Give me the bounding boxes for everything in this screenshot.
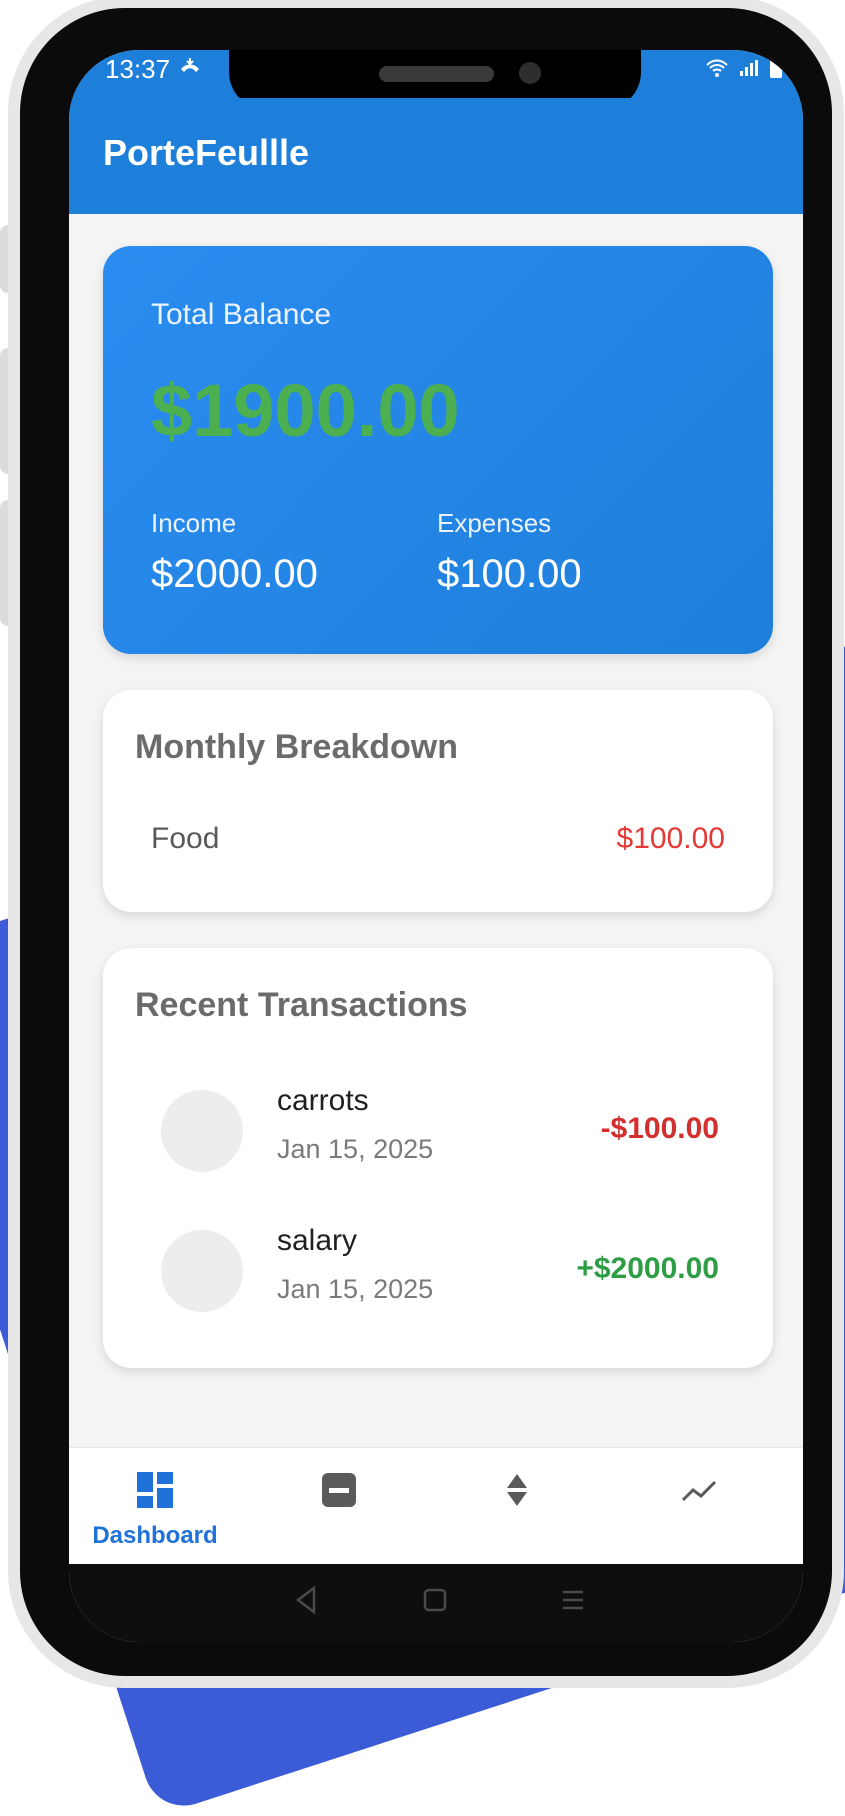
nav-dashboard-label: Dashboard bbox=[92, 1522, 218, 1549]
back-icon[interactable] bbox=[289, 1582, 325, 1618]
total-balance-value: $1900.00 bbox=[151, 369, 460, 452]
wifi-icon bbox=[705, 58, 729, 83]
trend-chart-icon bbox=[679, 1470, 719, 1510]
minus-box-icon bbox=[319, 1470, 359, 1510]
income-value: $2000.00 bbox=[151, 552, 318, 596]
breakdown-category: Food bbox=[151, 822, 220, 855]
transaction-amount: -$100.00 bbox=[600, 1112, 719, 1145]
menu-icon[interactable] bbox=[555, 1582, 591, 1618]
phone-frame: 13:37 PorteFeullle Total Balance $1900.0… bbox=[0, 0, 845, 1679]
breakdown-row-food[interactable]: Food $100.00 bbox=[151, 822, 725, 856]
transaction-row[interactable]: salary Jan 15, 2025 +$2000.00 bbox=[161, 1222, 719, 1322]
front-camera bbox=[519, 62, 541, 84]
dashboard-icon bbox=[135, 1470, 175, 1510]
phone-side-button bbox=[0, 225, 18, 293]
speaker-grill bbox=[379, 66, 494, 82]
system-navigation bbox=[69, 1564, 803, 1642]
expenses-label: Expenses bbox=[437, 508, 552, 538]
breakdown-amount: $100.00 bbox=[616, 822, 725, 855]
income-label: Income bbox=[151, 508, 237, 538]
transaction-row[interactable]: carrots Jan 15, 2025 -$100.00 bbox=[161, 1082, 719, 1182]
call-icon bbox=[178, 54, 202, 85]
status-bar: 13:37 bbox=[69, 50, 803, 110]
transaction-date: Jan 15, 2025 bbox=[277, 1134, 434, 1164]
transaction-avatar bbox=[161, 1230, 243, 1312]
transaction-amount: +$2000.00 bbox=[576, 1252, 719, 1285]
nav-stats[interactable] bbox=[629, 1470, 769, 1510]
monthly-breakdown-title: Monthly Breakdown bbox=[135, 728, 459, 766]
phone-volume-up bbox=[0, 348, 18, 474]
total-balance-label: Total Balance bbox=[151, 298, 332, 331]
recent-transactions-title: Recent Transactions bbox=[135, 986, 468, 1024]
app-screen: 13:37 PorteFeullle Total Balance $1900.0… bbox=[69, 50, 803, 1642]
nav-budget[interactable] bbox=[269, 1470, 409, 1510]
phone-volume-down bbox=[0, 500, 18, 626]
total-balance-card: Total Balance $1900.00 Income $2000.00 E… bbox=[103, 246, 773, 654]
transaction-avatar bbox=[161, 1090, 243, 1172]
sort-arrows-icon bbox=[497, 1470, 537, 1510]
nav-dashboard[interactable]: Dashboard bbox=[85, 1470, 225, 1550]
app-title: PorteFeullle bbox=[103, 132, 310, 173]
status-time-text: 13:37 bbox=[105, 54, 171, 84]
transaction-name: salary bbox=[277, 1224, 358, 1257]
status-icons bbox=[705, 56, 783, 85]
transaction-date: Jan 15, 2025 bbox=[277, 1274, 434, 1304]
signal-icon bbox=[739, 59, 759, 82]
status-time: 13:37 bbox=[105, 54, 202, 85]
transaction-name: carrots bbox=[277, 1084, 369, 1117]
monthly-breakdown-card: Monthly Breakdown Food $100.00 bbox=[103, 690, 773, 912]
app-bar: PorteFeullle bbox=[69, 98, 803, 214]
recent-transactions-card: Recent Transactions carrots Jan 15, 2025… bbox=[103, 948, 773, 1368]
nav-transfers[interactable] bbox=[447, 1470, 587, 1510]
battery-icon bbox=[769, 56, 783, 85]
home-icon[interactable] bbox=[417, 1582, 453, 1618]
bottom-navigation: Dashboard bbox=[69, 1447, 803, 1564]
expenses-value: $100.00 bbox=[437, 552, 582, 596]
